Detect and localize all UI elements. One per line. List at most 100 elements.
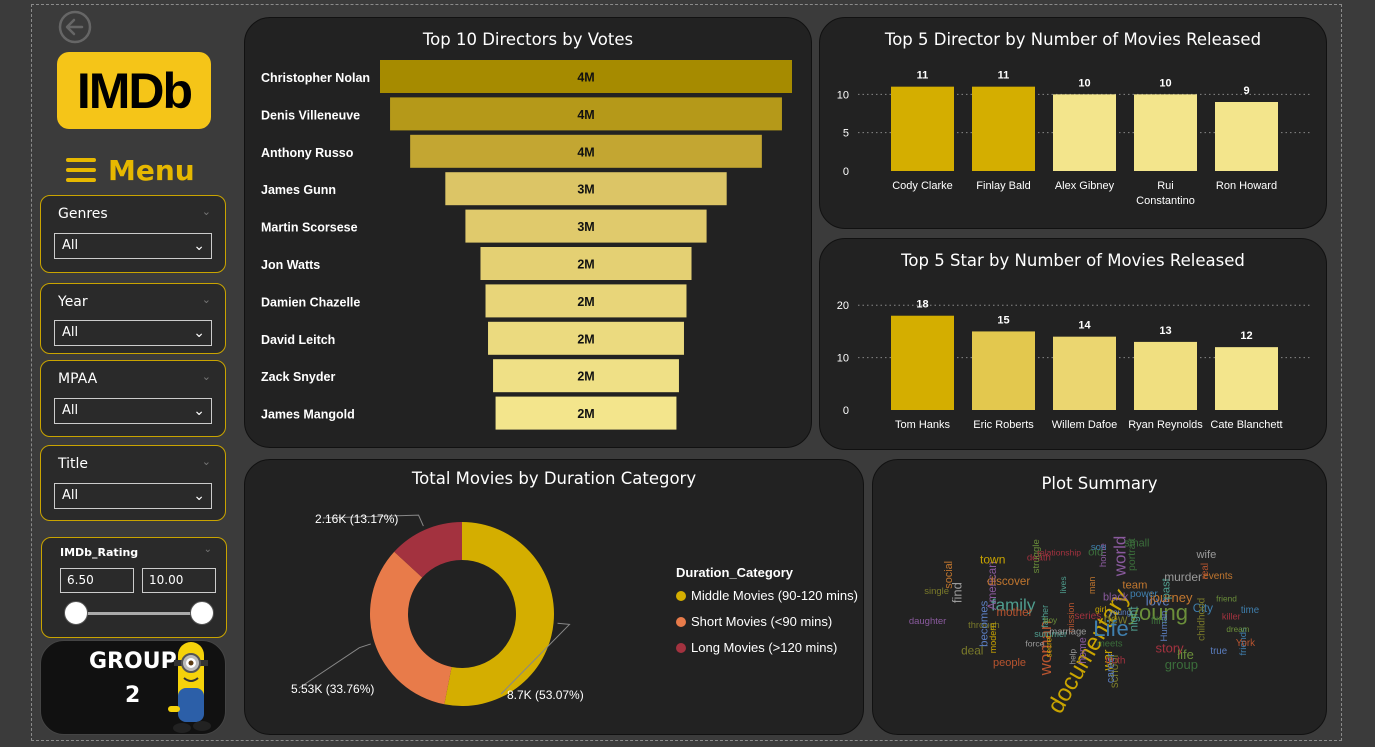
cloud-word: dream bbox=[1226, 625, 1249, 634]
cloud-word: Human bbox=[1159, 611, 1170, 642]
cloud-word: black bbox=[1103, 592, 1129, 604]
cloud-word: series bbox=[1074, 611, 1101, 622]
chevron-down-icon[interactable]: ⌄ bbox=[202, 205, 211, 218]
director-label: David Leitch bbox=[261, 333, 335, 347]
rating-max-input[interactable]: 10.00 bbox=[142, 568, 216, 593]
y-tick-label: 0 bbox=[843, 166, 849, 178]
year-dropdown[interactable]: All ⌄ bbox=[54, 320, 212, 346]
rating-slider-max-handle[interactable] bbox=[190, 601, 214, 625]
data-label: 2M bbox=[577, 258, 594, 272]
director-label: Jon Watts bbox=[261, 258, 320, 272]
y-tick-label: 10 bbox=[837, 353, 849, 365]
bar bbox=[972, 331, 1035, 410]
cloud-word: daughter bbox=[909, 616, 947, 627]
rating-min-input[interactable]: 6.50 bbox=[60, 568, 134, 593]
x-tick-label: Cody Clarke bbox=[892, 180, 953, 192]
cloud-word: town bbox=[980, 553, 1005, 567]
data-label: 10 bbox=[1159, 77, 1171, 89]
data-label: 2M bbox=[577, 370, 594, 384]
x-tick-label: Ron Howard bbox=[1216, 180, 1277, 192]
cloud-word: deal bbox=[961, 644, 983, 658]
cloud-word: truth bbox=[1105, 655, 1125, 666]
data-label: 4M bbox=[577, 145, 594, 159]
director-label: Anthony Russo bbox=[261, 146, 354, 160]
top-directors-chart: 0 5 10 11 Cody Clarke 11 Finlay Bald 10 Alex Gib… bbox=[837, 70, 1310, 207]
data-label: 14 bbox=[1078, 320, 1091, 332]
x-tick-label: Alex Gibney bbox=[1055, 180, 1115, 192]
legend-title: Duration_Category bbox=[676, 565, 794, 580]
data-label: 10 bbox=[1078, 77, 1090, 89]
title-slicer: Title ⌄ All ⌄ bbox=[40, 445, 226, 521]
title-dropdown[interactable]: All ⌄ bbox=[54, 483, 212, 509]
legend-item-short[interactable]: Short Movies (<90 mins) bbox=[676, 614, 858, 629]
hamburger-menu-icon bbox=[66, 158, 96, 182]
legend-label: Middle Movies (90-120 mins) bbox=[691, 588, 858, 603]
mpaa-value: All bbox=[62, 403, 79, 418]
cloud-word: friend bbox=[1216, 593, 1237, 603]
chevron-down-icon[interactable]: ⌄ bbox=[202, 370, 211, 383]
data-label: 11 bbox=[917, 70, 929, 82]
legend-swatch bbox=[676, 642, 686, 653]
x-tick-label: Ryan Reynolds bbox=[1128, 419, 1203, 431]
x-tick-label: Tom Hanks bbox=[895, 419, 951, 431]
y-tick-label: 10 bbox=[837, 89, 849, 101]
data-label: 13 bbox=[1159, 325, 1171, 337]
data-label: 2M bbox=[577, 407, 594, 421]
cloud-word: lives bbox=[1058, 576, 1068, 593]
bar bbox=[891, 86, 954, 171]
x-tick-label: Constantino bbox=[1136, 195, 1195, 207]
data-label: 18 bbox=[916, 299, 928, 311]
data-label: 2M bbox=[577, 332, 594, 346]
rating-slider-track[interactable] bbox=[76, 612, 202, 615]
x-tick-label: Willem Dafoe bbox=[1052, 419, 1117, 431]
menu-header[interactable]: Menu bbox=[66, 150, 195, 190]
cloud-word: power bbox=[1130, 589, 1158, 600]
bar bbox=[1215, 347, 1278, 410]
cloud-word: wife bbox=[1196, 549, 1217, 561]
bar bbox=[1134, 341, 1197, 410]
cloud-word: childhood bbox=[1196, 598, 1207, 641]
director-label: James Mangold bbox=[261, 408, 355, 422]
title-value: All bbox=[62, 488, 79, 503]
data-label: 4M bbox=[577, 108, 594, 122]
group-number: 2 bbox=[125, 683, 141, 708]
x-tick-label: Cate Blanchett bbox=[1210, 419, 1282, 431]
duration-legend: Duration_Category Middle Movies (90-120 … bbox=[676, 565, 858, 666]
data-label: 15 bbox=[997, 314, 1009, 326]
back-arrow-icon[interactable] bbox=[58, 10, 92, 44]
imdb-rating-slicer: IMDb_Rating ⌄ 6.50 10.00 bbox=[41, 537, 227, 638]
genres-dropdown[interactable]: All ⌄ bbox=[54, 233, 212, 259]
mpaa-slicer: MPAA ⌄ All ⌄ bbox=[40, 360, 226, 437]
chevron-down-icon[interactable]: ⌄ bbox=[204, 544, 212, 555]
year-slicer: Year ⌄ All ⌄ bbox=[40, 283, 226, 354]
data-label: 2.16K (13.17%) bbox=[315, 512, 398, 526]
mpaa-dropdown[interactable]: All ⌄ bbox=[54, 398, 212, 424]
cloud-word: home bbox=[1077, 637, 1089, 664]
slicer-label: Genres bbox=[58, 206, 108, 222]
cloud-word: real bbox=[1200, 563, 1211, 579]
rating-slider-min-handle[interactable] bbox=[64, 601, 88, 625]
bar bbox=[891, 315, 954, 410]
cloud-word: meets bbox=[1097, 638, 1123, 649]
cloud-word: boy bbox=[1044, 615, 1058, 625]
director-label: James Gunn bbox=[261, 183, 336, 197]
chevron-down-icon[interactable]: ⌄ bbox=[202, 455, 211, 468]
director-label: Zack Snyder bbox=[261, 370, 335, 384]
plot-summary-panel: Plot Summary documentary young Life woman wo… bbox=[872, 459, 1327, 735]
legend-label: Long Movies (>120 mins) bbox=[691, 640, 838, 655]
cloud-word: force bbox=[1025, 638, 1044, 648]
chevron-down-icon[interactable]: ⌄ bbox=[202, 293, 211, 306]
data-label: 3M bbox=[577, 220, 594, 234]
bar bbox=[1134, 94, 1197, 171]
cloud-word: portrait bbox=[1126, 538, 1138, 571]
data-label: 2M bbox=[577, 295, 594, 309]
cloud-word: time bbox=[1241, 605, 1259, 616]
director-label: Damien Chazelle bbox=[261, 295, 360, 309]
legend-swatch bbox=[676, 616, 686, 627]
cloud-word: help bbox=[1068, 649, 1077, 665]
data-label: 3M bbox=[577, 183, 594, 197]
legend-item-long[interactable]: Long Movies (>120 mins) bbox=[676, 640, 858, 655]
cloud-word: son bbox=[1091, 542, 1106, 553]
legend-label: Short Movies (<90 mins) bbox=[691, 614, 833, 629]
legend-item-middle[interactable]: Middle Movies (90-120 mins) bbox=[676, 588, 858, 603]
